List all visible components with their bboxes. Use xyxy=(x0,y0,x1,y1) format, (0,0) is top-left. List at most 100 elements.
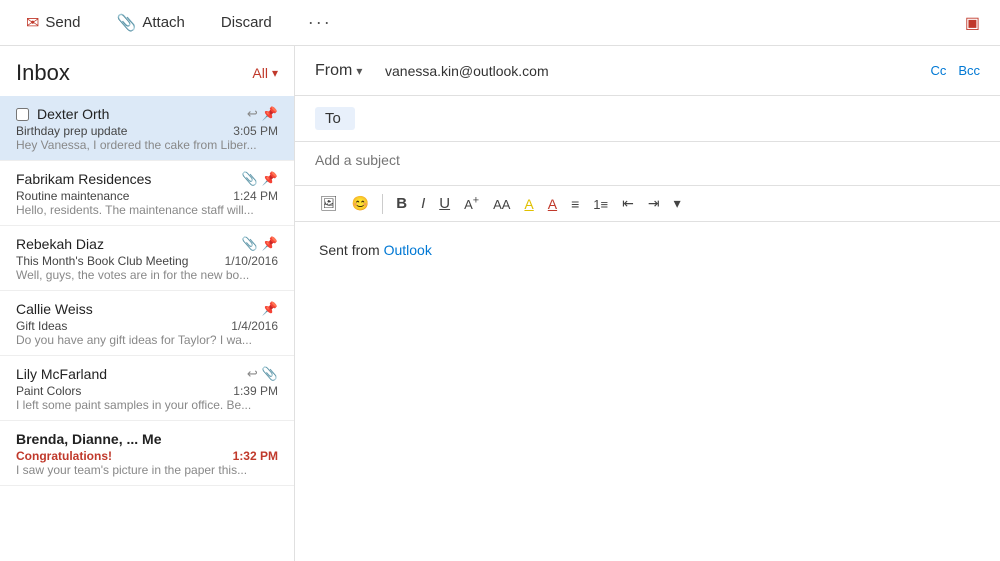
email-list: Dexter Orth ↩📌 Birthday prep update 3:05… xyxy=(0,96,294,561)
reply-icon: ↩ xyxy=(247,366,258,382)
indent-decrease-icon: ⇤ xyxy=(622,195,634,211)
pin-icon: 📌 xyxy=(262,236,278,252)
email-icon-group: ↩📌 xyxy=(247,106,278,122)
email-icon-group: 📎📌 xyxy=(242,236,278,252)
bold-icon: B xyxy=(396,195,407,212)
email-item[interactable]: Fabrikam Residences 📎📌 Routine maintenan… xyxy=(0,161,294,226)
pin-icon: 📌 xyxy=(262,301,278,317)
cc-bcc-buttons: Cc Bcc xyxy=(930,63,980,78)
indent-increase-button[interactable]: ⇥ xyxy=(643,192,665,215)
email-checkbox[interactable] xyxy=(16,108,29,121)
email-subject: This Month's Book Club Meeting xyxy=(16,254,217,268)
toolbar-divider-1 xyxy=(382,194,383,214)
more-icon: ··· xyxy=(308,12,332,33)
email-icon-group: 📌 xyxy=(262,301,278,317)
attach-button[interactable]: 📎 Attach xyxy=(110,9,190,37)
paperclip-icon: 📎 xyxy=(262,366,278,382)
email-time: 1:32 PM xyxy=(233,449,278,463)
pin-icon: 📌 xyxy=(262,106,278,122)
bullets-icon: ≡ xyxy=(571,196,579,212)
email-preview: Well, guys, the votes are in for the new… xyxy=(16,268,278,282)
more-format-button[interactable]: ▾ xyxy=(669,192,686,215)
email-item[interactable]: Brenda, Dianne, ... Me Congratulations! … xyxy=(0,421,294,486)
send-button[interactable]: ✉ Send xyxy=(20,9,86,37)
filter-dropdown[interactable]: All ▾ xyxy=(252,65,278,81)
compose-to-row: To xyxy=(295,96,1000,142)
email-item[interactable]: Lily McFarland ↩📎 Paint Colors 1:39 PM I… xyxy=(0,356,294,421)
send-label: Send xyxy=(45,14,80,31)
compose-subject-row xyxy=(295,142,1000,186)
filter-arrow-icon: ▾ xyxy=(272,66,278,80)
compose-formatting-toolbar: 🖼 😊 B I U A+ AA A xyxy=(295,186,1000,222)
email-time: 1/4/2016 xyxy=(231,319,278,333)
paperclip-icon: 📎 xyxy=(242,171,258,187)
italic-icon: I xyxy=(421,195,425,212)
emoji-icon: 😊 xyxy=(352,195,369,211)
attach-label: Attach xyxy=(142,14,185,31)
indent-increase-icon: ⇥ xyxy=(648,195,660,211)
bcc-button[interactable]: Bcc xyxy=(958,63,980,78)
from-label-container: From ▾ xyxy=(315,62,375,80)
subject-input[interactable] xyxy=(315,152,980,168)
email-time: 3:05 PM xyxy=(233,124,278,138)
compose-from-row: From ▾ vanessa.kin@outlook.com Cc Bcc xyxy=(295,46,1000,96)
numbering-icon: 1≡ xyxy=(593,197,608,212)
discard-label: Discard xyxy=(221,14,272,31)
email-time: 1:39 PM xyxy=(233,384,278,398)
from-label: From xyxy=(315,62,352,80)
from-dropdown-icon[interactable]: ▾ xyxy=(356,64,362,78)
email-sender: Rebekah Diaz xyxy=(16,236,104,252)
underline-button[interactable]: U xyxy=(434,192,455,215)
email-item[interactable]: Callie Weiss 📌 Gift Ideas 1/4/2016 Do yo… xyxy=(0,291,294,356)
email-subject: Gift Ideas xyxy=(16,319,223,333)
font-size-down-icon: AA xyxy=(493,197,510,212)
emoji-button[interactable]: 😊 xyxy=(347,192,374,215)
main-toolbar: ✉ Send 📎 Attach Discard ··· ▣ xyxy=(0,0,1000,46)
window-icon: ▣ xyxy=(965,13,980,33)
italic-button[interactable]: I xyxy=(416,192,430,215)
email-item[interactable]: Dexter Orth ↩📌 Birthday prep update 3:05… xyxy=(0,96,294,161)
underline-icon: U xyxy=(439,195,450,212)
to-label: To xyxy=(315,107,355,130)
body-sent-from-text: Sent from xyxy=(319,242,384,258)
email-preview: I saw your team's picture in the paper t… xyxy=(16,463,278,477)
outlook-link[interactable]: Outlook xyxy=(384,242,432,258)
font-color-icon: A xyxy=(548,196,557,212)
discard-button[interactable]: Discard xyxy=(215,10,278,35)
highlight-button[interactable]: A xyxy=(519,193,538,215)
email-sender: Dexter Orth xyxy=(37,106,109,122)
cc-button[interactable]: Cc xyxy=(930,63,946,78)
email-time: 1:24 PM xyxy=(233,189,278,203)
numbering-button[interactable]: 1≡ xyxy=(588,193,613,215)
pin-icon: 📌 xyxy=(262,171,278,187)
attach-icon: 📎 xyxy=(116,13,136,33)
sidebar: Inbox All ▾ Dexter Orth ↩📌 Birthday prep… xyxy=(0,46,295,561)
bold-button[interactable]: B xyxy=(391,192,412,215)
more-options-button[interactable]: ··· xyxy=(302,8,338,37)
email-sender: Callie Weiss xyxy=(16,301,93,317)
reply-icon: ↩ xyxy=(247,106,258,122)
email-sender: Brenda, Dianne, ... Me xyxy=(16,431,161,447)
email-item[interactable]: Rebekah Diaz 📎📌 This Month's Book Club M… xyxy=(0,226,294,291)
email-subject: Routine maintenance xyxy=(16,189,225,203)
sidebar-header: Inbox All ▾ xyxy=(0,46,294,96)
font-size-down-button[interactable]: AA xyxy=(488,193,515,215)
insert-image-button[interactable]: 🖼 xyxy=(315,192,343,215)
font-size-up-button[interactable]: A+ xyxy=(459,192,484,215)
inbox-title: Inbox xyxy=(16,60,70,86)
email-time: 1/10/2016 xyxy=(225,254,278,268)
font-color-button[interactable]: A xyxy=(543,193,562,215)
email-sender: Fabrikam Residences xyxy=(16,171,151,187)
from-email: vanessa.kin@outlook.com xyxy=(385,63,930,79)
email-subject: Birthday prep update xyxy=(16,124,225,138)
paperclip-icon: 📎 xyxy=(242,236,258,252)
compose-body: Sent from Outlook xyxy=(295,222,1000,561)
indent-decrease-button[interactable]: ⇤ xyxy=(617,192,639,215)
to-input[interactable] xyxy=(367,111,980,127)
email-sender: Lily McFarland xyxy=(16,366,107,382)
font-size-up-icon: A+ xyxy=(464,197,479,212)
bullets-button[interactable]: ≡ xyxy=(566,193,584,215)
email-subject: Congratulations! xyxy=(16,449,112,463)
image-icon: 🖼 xyxy=(320,195,338,211)
email-subject: Paint Colors xyxy=(16,384,225,398)
